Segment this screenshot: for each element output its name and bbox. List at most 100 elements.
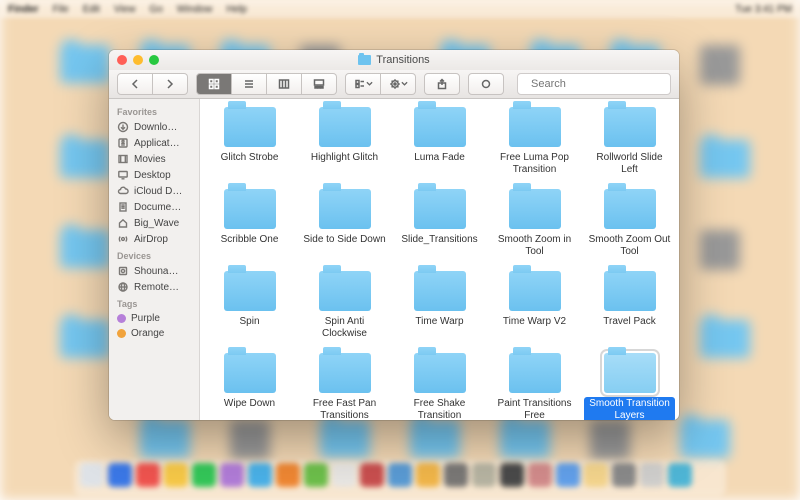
menubar-item[interactable]: View: [114, 4, 136, 15]
folder-item[interactable]: Glitch Strobe: [202, 103, 297, 183]
icloud-icon: [117, 185, 129, 197]
tags-button[interactable]: [468, 73, 504, 95]
sidebar-item[interactable]: Remote…: [109, 279, 199, 295]
folder-icon: [414, 107, 466, 147]
column-view-button[interactable]: [267, 73, 302, 95]
search-input[interactable]: [529, 77, 675, 91]
folder-name: Paint Transitions Free: [489, 397, 580, 420]
dock-item[interactable]: [416, 463, 440, 487]
folder-item[interactable]: Scribble One: [202, 185, 297, 265]
dock-item[interactable]: [612, 463, 636, 487]
dock-item[interactable]: [584, 463, 608, 487]
sidebar: FavoritesDownlo…Applicat…MoviesDesktop iC…: [109, 99, 200, 420]
search-field[interactable]: [517, 73, 671, 95]
folder-icon: [224, 353, 276, 393]
folder-name: Wipe Down: [221, 397, 278, 411]
sidebar-item[interactable]: Desktop: [109, 167, 199, 183]
back-button[interactable]: [117, 73, 153, 95]
minimize-button[interactable]: [133, 55, 143, 65]
window-title: Transitions: [376, 54, 429, 66]
menubar-item[interactable]: File: [53, 4, 69, 15]
folder-item[interactable]: Spin: [202, 267, 297, 347]
menubar-item[interactable]: Help: [226, 4, 247, 15]
sidebar-item[interactable]: Downlo…: [109, 119, 199, 135]
sidebar-item[interactable]: Movies: [109, 151, 199, 167]
dock-item[interactable]: [444, 463, 468, 487]
dock-item[interactable]: [80, 463, 104, 487]
titlebar[interactable]: Transitions: [109, 50, 679, 70]
dock-item[interactable]: [108, 463, 132, 487]
list-view-button[interactable]: [232, 73, 267, 95]
dock-item[interactable]: [556, 463, 580, 487]
dock-item[interactable]: [472, 463, 496, 487]
close-button[interactable]: [117, 55, 127, 65]
action-button[interactable]: [381, 73, 416, 95]
folder-item[interactable]: Smooth Transition Layers: [582, 349, 677, 420]
remote-icon: [117, 281, 129, 293]
sidebar-header: Favorites: [109, 103, 199, 119]
zoom-button[interactable]: [149, 55, 159, 65]
folder-item[interactable]: Side to Side Down: [297, 185, 392, 265]
sidebar-item-label: iCloud D…: [134, 186, 182, 197]
folder-item[interactable]: Free Luma Pop Transition: [487, 103, 582, 183]
share-button[interactable]: [424, 73, 460, 95]
menubar-item[interactable]: Go: [149, 4, 162, 15]
dock-item[interactable]: [640, 463, 664, 487]
folder-item[interactable]: Time Warp: [392, 267, 487, 347]
arrange-button[interactable]: [345, 73, 381, 95]
folder-name: Rollworld Slide Left: [584, 151, 675, 177]
menubar-item[interactable]: Edit: [83, 4, 100, 15]
folder-item[interactable]: Wipe Down: [202, 349, 297, 420]
gallery-view-button[interactable]: [302, 73, 337, 95]
dock-item[interactable]: [164, 463, 188, 487]
folder-item[interactable]: Highlight Glitch: [297, 103, 392, 183]
sidebar-item[interactable]: Shouna…: [109, 263, 199, 279]
sidebar-item[interactable]: AirDrop: [109, 231, 199, 247]
dock-item[interactable]: [276, 463, 300, 487]
dock-item[interactable]: [136, 463, 160, 487]
sidebar-item[interactable]: Orange: [109, 326, 199, 341]
sidebar-item-label: Big_Wave: [134, 218, 179, 229]
dock-item[interactable]: [220, 463, 244, 487]
folder-name: Spin: [236, 315, 262, 329]
folder-item[interactable]: Spin Anti Clockwise: [297, 267, 392, 347]
finder-window: Transitions FavoritesDownlo…Applicat…Mov…: [109, 50, 679, 420]
folder-item[interactable]: Smooth Zoom Out Tool: [582, 185, 677, 265]
dock-item[interactable]: [388, 463, 412, 487]
sidebar-item-label: Orange: [131, 328, 164, 339]
folder-item[interactable]: Slide_Transitions: [392, 185, 487, 265]
dock[interactable]: [74, 460, 726, 496]
dock-item[interactable]: [332, 463, 356, 487]
sidebar-item[interactable]: Docume…: [109, 199, 199, 215]
dock-item[interactable]: [304, 463, 328, 487]
folder-item[interactable]: Free Fast Pan Transitions: [297, 349, 392, 420]
folder-item[interactable]: Luma Fade: [392, 103, 487, 183]
folder-icon: [224, 189, 276, 229]
icon-view-button[interactable]: [196, 73, 232, 95]
dock-item[interactable]: [668, 463, 692, 487]
sidebar-item-label: Docume…: [134, 202, 181, 213]
folder-item[interactable]: Free Shake Transition: [392, 349, 487, 420]
sidebar-item[interactable]: iCloud D…: [109, 183, 199, 199]
folder-item[interactable]: Rollworld Slide Left: [582, 103, 677, 183]
menubar-item[interactable]: Window: [177, 4, 213, 15]
forward-button[interactable]: [153, 73, 188, 95]
dock-item[interactable]: [192, 463, 216, 487]
dock-item[interactable]: [248, 463, 272, 487]
sidebar-item[interactable]: Purple: [109, 311, 199, 326]
menubar-app[interactable]: Finder: [8, 4, 39, 15]
file-grid[interactable]: Glitch StrobeHighlight GlitchLuma FadeFr…: [200, 99, 679, 420]
folder-item[interactable]: Travel Pack: [582, 267, 677, 347]
sidebar-item[interactable]: Applicat…: [109, 135, 199, 151]
sidebar-item[interactable]: Big_Wave: [109, 215, 199, 231]
folder-item[interactable]: Paint Transitions Free: [487, 349, 582, 420]
download-icon: [117, 121, 129, 133]
sidebar-item-label: AirDrop: [134, 234, 168, 245]
folder-item[interactable]: Smooth Zoom in Tool: [487, 185, 582, 265]
dock-item[interactable]: [528, 463, 552, 487]
docs-icon: [117, 201, 129, 213]
folder-icon: [509, 353, 561, 393]
dock-item[interactable]: [360, 463, 384, 487]
folder-item[interactable]: Time Warp V2: [487, 267, 582, 347]
dock-item[interactable]: [500, 463, 524, 487]
